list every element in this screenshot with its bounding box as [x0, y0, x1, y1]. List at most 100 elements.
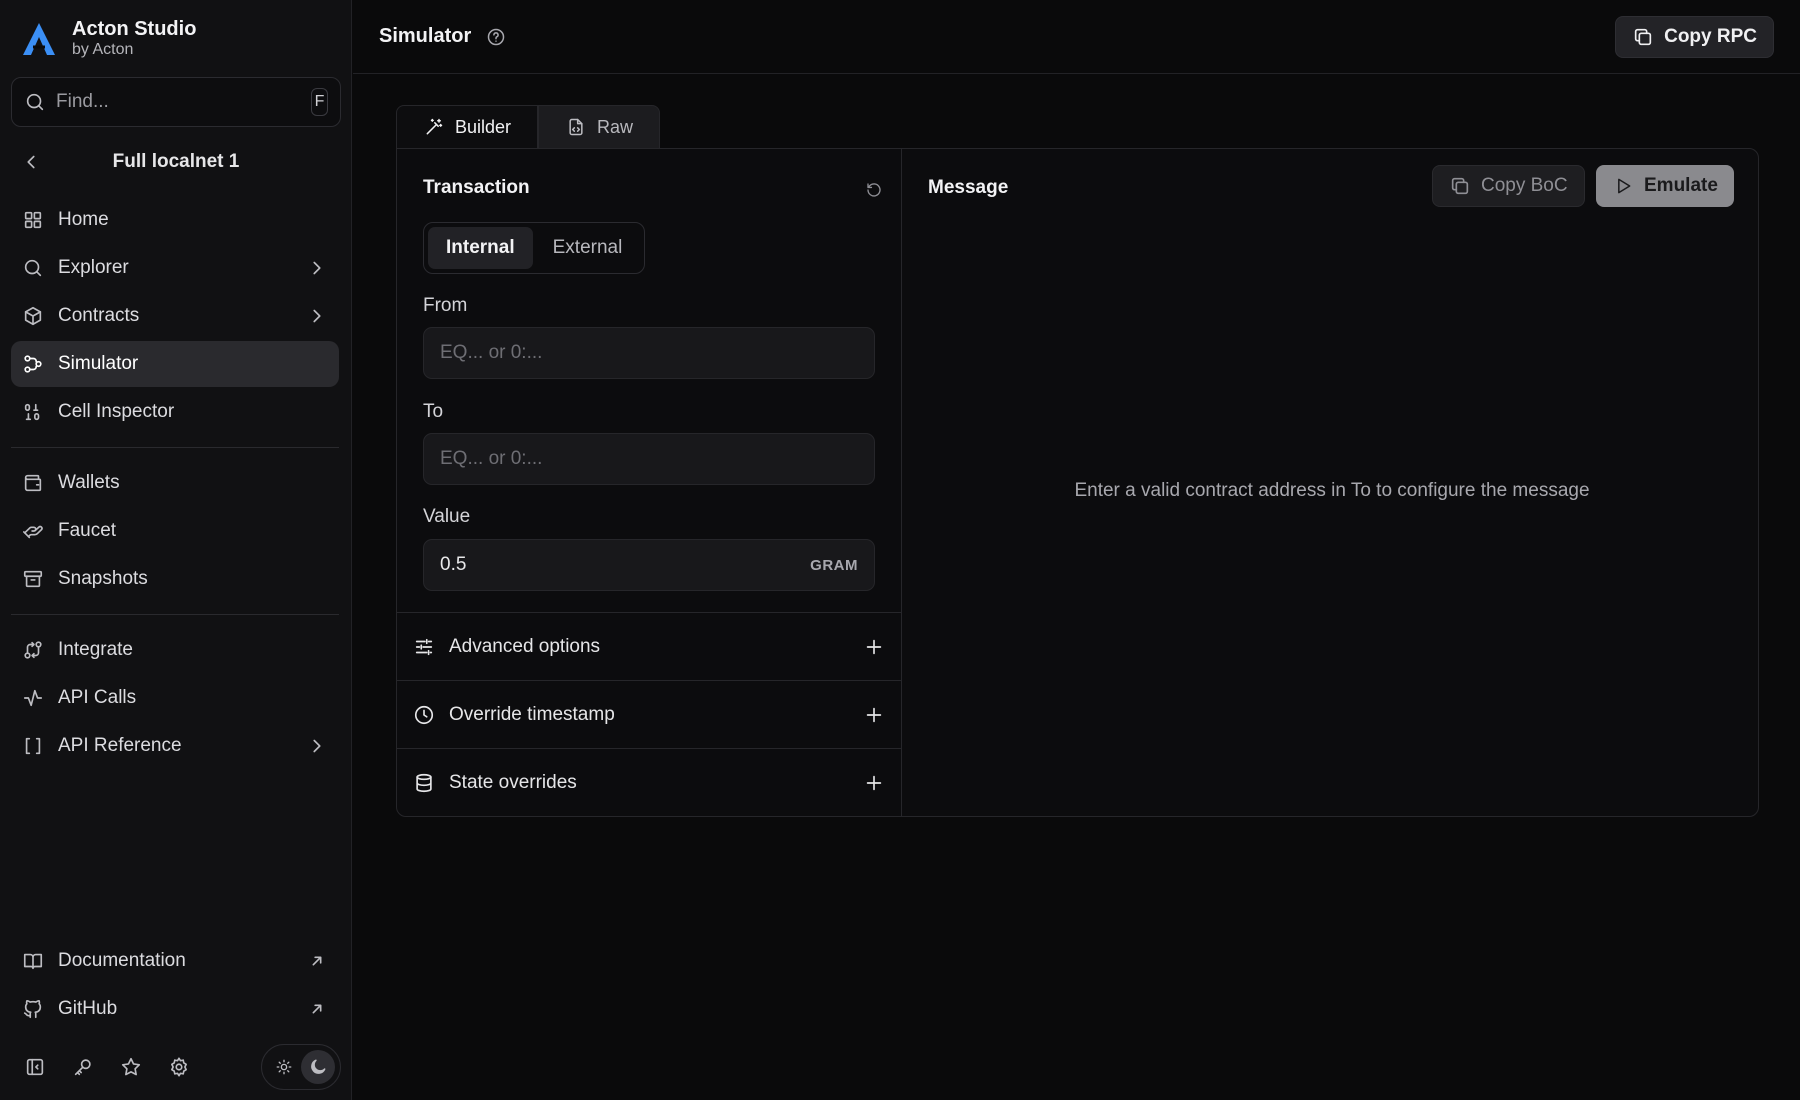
- tab-builder[interactable]: Builder: [396, 105, 539, 149]
- key-icon: [72, 1056, 94, 1078]
- brand[interactable]: Acton Studio by Acton: [20, 18, 196, 60]
- network-selector: Full localnet 1: [11, 144, 341, 180]
- value-label: Value: [423, 506, 471, 527]
- to-label: To: [423, 401, 444, 422]
- message-title: Message: [928, 177, 1009, 198]
- sidebar-item-cell-inspector[interactable]: Cell Inspector: [11, 389, 339, 435]
- sidebar-item-simulator[interactable]: Simulator: [11, 341, 339, 387]
- activity-icon: [22, 687, 44, 709]
- play-icon: [1612, 175, 1634, 197]
- to-field: [423, 433, 875, 485]
- plus-icon: [863, 704, 885, 726]
- brackets-icon: [22, 735, 44, 757]
- to-input[interactable]: [440, 448, 858, 470]
- sidebar-item-wallets[interactable]: Wallets: [11, 460, 339, 506]
- emulate-label: Emulate: [1644, 175, 1718, 196]
- sidebar-item-api-calls[interactable]: API Calls: [11, 675, 339, 721]
- empty-state-text: Enter a valid contract address in To to …: [1074, 480, 1590, 501]
- sidebar-item-faucet[interactable]: Faucet: [11, 508, 339, 554]
- nav-primary: Home Explorer Contracts Simulator Cell I…: [11, 197, 339, 771]
- wand-icon: [423, 116, 445, 138]
- help-icon[interactable]: [485, 26, 507, 48]
- network-title: Full localnet 1: [112, 151, 240, 172]
- search-input[interactable]: [56, 91, 301, 113]
- favorites-button[interactable]: [107, 1056, 155, 1078]
- internal-option[interactable]: Internal: [428, 227, 533, 269]
- transaction-title: Transaction: [423, 177, 530, 198]
- sidebar-item-explorer[interactable]: Explorer: [11, 245, 339, 291]
- override-timestamp-section[interactable]: Override timestamp: [397, 680, 901, 748]
- value-unit: GRAM: [810, 556, 858, 574]
- sidebar-item-label: Explorer: [58, 257, 129, 278]
- copy-icon: [1632, 26, 1654, 48]
- external-link-icon: [306, 950, 328, 972]
- collapse-sidebar-button[interactable]: [11, 1056, 59, 1078]
- message-panel: Message Copy BoC Emulate Enter a valid c…: [902, 149, 1758, 816]
- advanced-options-section[interactable]: Advanced options: [397, 612, 901, 680]
- keys-button[interactable]: [59, 1056, 107, 1078]
- archive-icon: [22, 568, 44, 590]
- brand-title: Acton Studio: [72, 18, 197, 40]
- nav-divider: [11, 614, 339, 615]
- sidebar-item-label: GitHub: [58, 998, 118, 1019]
- light-theme-button[interactable]: [267, 1050, 301, 1084]
- value-input[interactable]: [440, 554, 811, 576]
- box-icon: [22, 305, 44, 327]
- state-overrides-section[interactable]: State overrides: [397, 748, 901, 816]
- sidebar-item-label: Faucet: [58, 520, 117, 541]
- search-box[interactable]: F: [11, 77, 341, 127]
- chevron-right-icon: [306, 735, 328, 757]
- settings-button[interactable]: [155, 1056, 203, 1078]
- section-label: Advanced options: [449, 635, 601, 657]
- faucet-icon: [22, 520, 44, 542]
- reset-icon[interactable]: [863, 179, 885, 201]
- database-icon: [413, 772, 435, 794]
- sliders-icon: [413, 636, 435, 658]
- sidebar-item-contracts[interactable]: Contracts: [11, 293, 339, 339]
- search-shortcut-badge: F: [311, 88, 328, 116]
- tab-raw[interactable]: Raw: [538, 105, 661, 149]
- plus-icon: [863, 636, 885, 658]
- wallet-icon: [22, 472, 44, 494]
- gear-icon: [168, 1056, 190, 1078]
- copy-boc-button[interactable]: Copy BoC: [1432, 165, 1585, 207]
- value-field: GRAM: [423, 539, 875, 591]
- page-header: Simulator Copy RPC: [353, 0, 1800, 74]
- external-link-icon: [306, 998, 328, 1020]
- sidebar-item-github[interactable]: GitHub: [11, 986, 339, 1032]
- tab-label: Builder: [455, 116, 512, 137]
- sidebar-item-snapshots[interactable]: Snapshots: [11, 556, 339, 602]
- sidebar-item-api-reference[interactable]: API Reference: [11, 723, 339, 769]
- sidebar-item-home[interactable]: Home: [11, 197, 339, 243]
- sidebar-toolbar: [11, 1044, 341, 1090]
- copy-boc-label: Copy BoC: [1481, 175, 1568, 196]
- from-input[interactable]: [440, 342, 858, 364]
- sidebar: Acton Studio by Acton F Full localnet 1 …: [0, 0, 352, 1100]
- file-code-icon: [565, 116, 587, 138]
- search-icon: [24, 91, 46, 113]
- from-label: From: [423, 295, 468, 316]
- sidebar-item-documentation[interactable]: Documentation: [11, 938, 339, 984]
- copy-icon: [1449, 175, 1471, 197]
- integrate-icon: [22, 639, 44, 661]
- sidebar-item-label: API Calls: [58, 687, 137, 708]
- plus-icon: [863, 772, 885, 794]
- brand-subtitle: by Acton: [72, 41, 134, 58]
- grid-icon: [22, 209, 44, 231]
- back-button[interactable]: [11, 151, 51, 173]
- sun-icon: [273, 1056, 295, 1078]
- star-icon: [120, 1056, 142, 1078]
- sidebar-item-label: Integrate: [58, 639, 133, 660]
- chevron-right-icon: [306, 305, 328, 327]
- book-icon: [22, 950, 44, 972]
- message-type-toggle: Internal External: [423, 222, 646, 274]
- emulate-button[interactable]: Emulate: [1596, 165, 1734, 207]
- chevron-right-icon: [306, 257, 328, 279]
- sidebar-item-label: Wallets: [58, 472, 120, 493]
- copy-rpc-button[interactable]: Copy RPC: [1615, 15, 1774, 58]
- dark-theme-button[interactable]: [301, 1050, 335, 1084]
- sidebar-item-integrate[interactable]: Integrate: [11, 627, 339, 673]
- binary-icon: [22, 401, 44, 423]
- external-option[interactable]: External: [535, 227, 641, 269]
- nav-divider: [11, 447, 339, 448]
